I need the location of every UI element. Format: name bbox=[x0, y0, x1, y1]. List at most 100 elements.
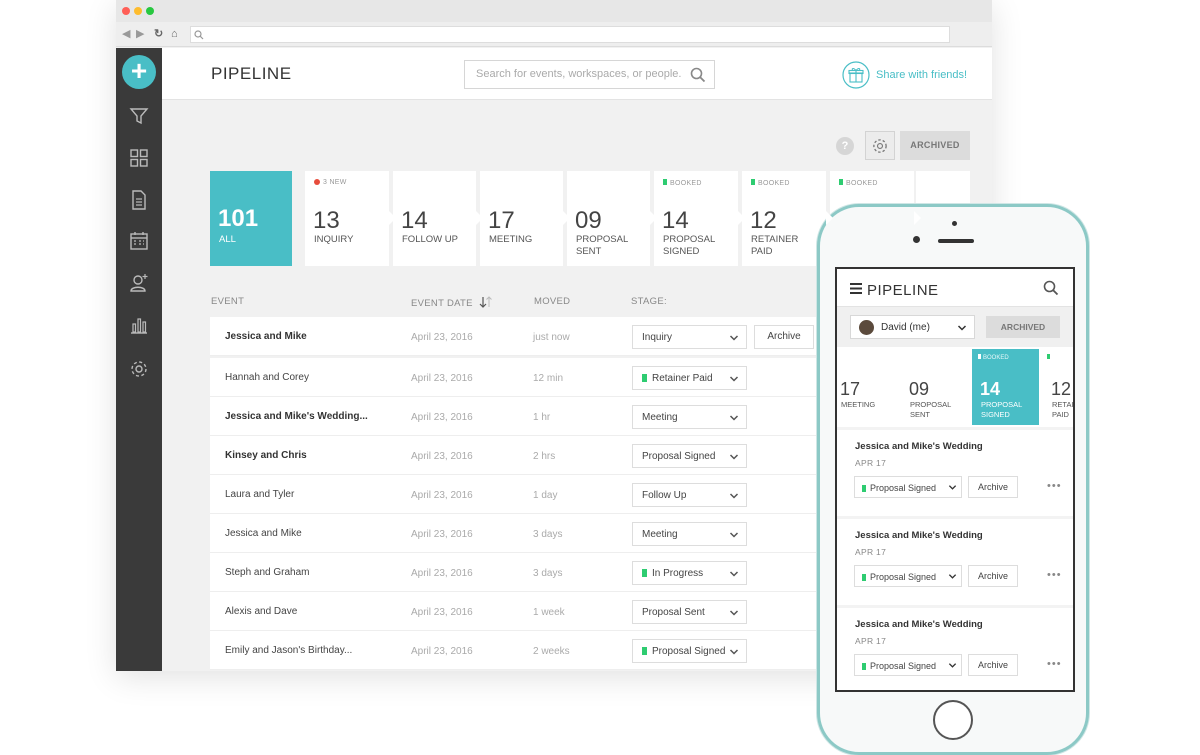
search-icon[interactable] bbox=[690, 67, 706, 83]
add-contact-icon[interactable] bbox=[128, 272, 150, 294]
event-title[interactable]: Jessica and Mike's Wedding bbox=[855, 530, 983, 541]
address-bar[interactable] bbox=[190, 26, 950, 43]
stage-select[interactable]: In Progress bbox=[632, 561, 747, 585]
dashboard-grid-icon[interactable] bbox=[128, 147, 150, 169]
pipeline-settings-button[interactable] bbox=[865, 131, 895, 160]
mobile-event-card[interactable]: Jessica and Mike's Wedding APR 17 Propos… bbox=[837, 519, 1073, 605]
stage-select[interactable]: Proposal Signed bbox=[854, 654, 962, 676]
stage-card-proposal-signed[interactable]: BOOKED 14 PROPOSAL SIGNED bbox=[654, 171, 745, 266]
stage-card-retainer-paid[interactable]: BOOKED 12 RETAINER PAID bbox=[742, 171, 833, 266]
stage-select[interactable]: Proposal Signed bbox=[632, 639, 747, 663]
close-window-button[interactable] bbox=[122, 7, 130, 15]
event-name[interactable]: Laura and Tyler bbox=[225, 489, 294, 500]
share-label: Share with friends! bbox=[876, 69, 968, 81]
table-row[interactable]: Jessica and Mike April 23, 2016 just now… bbox=[210, 317, 830, 356]
mobile-stage-card-retainer-paid[interactable]: 12 RETAINER PAID bbox=[1043, 349, 1073, 425]
stage-card-meeting[interactable]: 17 MEETING bbox=[480, 171, 570, 266]
stage-select[interactable]: Proposal Sent bbox=[632, 600, 747, 624]
column-header-event-date[interactable]: EVENT DATE bbox=[411, 296, 493, 309]
event-name[interactable]: Jessica and Mike's Wedding... bbox=[225, 411, 368, 422]
stage-label: PROPOSAL SIGNED bbox=[663, 234, 715, 257]
stage-select[interactable]: Follow Up bbox=[632, 483, 747, 507]
back-icon[interactable]: ◀ bbox=[122, 27, 130, 41]
event-name[interactable]: Kinsey and Chris bbox=[225, 450, 307, 461]
filter-icon[interactable] bbox=[128, 105, 150, 127]
menu-icon[interactable] bbox=[850, 283, 862, 294]
add-new-button[interactable]: + bbox=[122, 55, 156, 89]
mobile-stage-card-meeting[interactable]: 17 MEETING bbox=[837, 349, 899, 425]
mobile-search-icon[interactable] bbox=[1043, 280, 1059, 296]
calendar-icon[interactable] bbox=[128, 230, 150, 252]
column-header-moved[interactable]: MOVED bbox=[534, 296, 570, 307]
stage-card-follow-up[interactable]: 14 FOLLOW UP bbox=[393, 171, 483, 266]
share-with-friends-link[interactable]: Share with friends! bbox=[842, 61, 967, 89]
moved-time: 1 week bbox=[533, 607, 565, 618]
search-input[interactable] bbox=[474, 67, 684, 81]
stage-select[interactable]: Proposal Signed bbox=[854, 476, 962, 498]
stage-select[interactable]: Inquiry bbox=[632, 325, 747, 349]
stage-select[interactable]: Meeting bbox=[632, 522, 747, 546]
table-row[interactable]: Emily and Jason's Birthday... April 23, … bbox=[210, 631, 830, 670]
stage-card-all[interactable]: 101 ALL bbox=[210, 171, 292, 266]
more-options-icon[interactable]: ••• bbox=[1047, 569, 1062, 581]
archive-button[interactable]: Archive bbox=[754, 325, 814, 349]
maximize-window-button[interactable] bbox=[146, 7, 154, 15]
user-filter-value: David (me) bbox=[881, 322, 930, 333]
event-name[interactable]: Alexis and Dave bbox=[225, 606, 297, 617]
more-options-icon[interactable]: ••• bbox=[1047, 658, 1062, 670]
mobile-stage-card-proposal-sent[interactable]: 09 PROPOSAL SENT bbox=[901, 349, 968, 425]
mobile-event-card[interactable]: Jessica and Mike's Wedding APR 17 Propos… bbox=[837, 608, 1073, 690]
event-name[interactable]: Emily and Jason's Birthday... bbox=[225, 645, 352, 656]
event-name[interactable]: Jessica and Mike bbox=[225, 331, 307, 342]
help-button[interactable]: ? bbox=[836, 137, 854, 155]
sort-icon[interactable] bbox=[479, 296, 493, 308]
stage-count: 09 bbox=[909, 379, 930, 399]
archive-button[interactable]: Archive bbox=[968, 654, 1018, 676]
reports-chart-icon[interactable] bbox=[128, 314, 150, 336]
mobile-event-card[interactable]: Jessica and Mike's Wedding APR 17 Propos… bbox=[837, 430, 1073, 516]
archived-button[interactable]: ARCHIVED bbox=[900, 131, 970, 160]
moved-time: just now bbox=[533, 332, 570, 343]
table-row[interactable]: Jessica and Mike's Wedding... April 23, … bbox=[210, 397, 830, 436]
chevron-down-icon bbox=[729, 335, 739, 341]
chevron-down-icon bbox=[948, 574, 957, 579]
table-row[interactable]: Laura and Tyler April 23, 2016 1 day Fol… bbox=[210, 475, 830, 514]
mobile-screen: PIPELINE David (me) ARCHIVED 17 MEETING … bbox=[835, 267, 1075, 692]
event-title[interactable]: Jessica and Mike's Wedding bbox=[855, 441, 983, 452]
table-row[interactable]: Kinsey and Chris April 23, 2016 2 hrs Pr… bbox=[210, 436, 830, 475]
chevron-down-icon bbox=[729, 532, 739, 538]
event-name[interactable]: Steph and Graham bbox=[225, 567, 310, 578]
forward-icon[interactable]: ▶ bbox=[136, 27, 144, 41]
stage-card-proposal-sent[interactable]: 09 PROPOSAL SENT bbox=[567, 171, 657, 266]
column-header-event[interactable]: EVENT bbox=[211, 296, 244, 307]
table-row[interactable]: Steph and Graham April 23, 2016 3 days I… bbox=[210, 553, 830, 592]
stage-select[interactable]: Meeting bbox=[632, 405, 747, 429]
reload-icon[interactable]: ↻ bbox=[154, 27, 163, 41]
stage-card-inquiry[interactable]: 3 NEW 13 INQUIRY bbox=[305, 171, 396, 266]
archive-button[interactable]: Archive bbox=[968, 565, 1018, 587]
document-icon[interactable] bbox=[128, 189, 150, 211]
phone-home-button[interactable] bbox=[933, 700, 973, 740]
table-row[interactable]: Jessica and Mike April 23, 2016 3 days M… bbox=[210, 514, 830, 553]
event-name[interactable]: Hannah and Corey bbox=[225, 372, 309, 383]
mobile-stage-card-proposal-signed[interactable]: BOOKED 14 PROPOSAL SIGNED bbox=[972, 349, 1039, 425]
search-box[interactable] bbox=[464, 60, 715, 89]
minimize-window-button[interactable] bbox=[134, 7, 142, 15]
table-row[interactable]: Hannah and Corey April 23, 2016 12 min R… bbox=[210, 358, 830, 397]
settings-gear-icon[interactable] bbox=[128, 358, 150, 380]
event-title[interactable]: Jessica and Mike's Wedding bbox=[855, 619, 983, 630]
table-row[interactable]: Alexis and Dave April 23, 2016 1 week Pr… bbox=[210, 592, 830, 631]
mobile-archived-button[interactable]: ARCHIVED bbox=[986, 316, 1060, 338]
stage-select-value: Meeting bbox=[642, 529, 678, 540]
event-name[interactable]: Jessica and Mike bbox=[225, 528, 302, 539]
stage-select[interactable]: Proposal Signed bbox=[632, 444, 747, 468]
booked-badge: BOOKED bbox=[839, 179, 878, 187]
stage-label: PROPOSAL SENT bbox=[910, 400, 951, 419]
archive-button[interactable]: Archive bbox=[968, 476, 1018, 498]
moved-time: 3 days bbox=[533, 568, 563, 579]
stage-select[interactable]: Retainer Paid bbox=[632, 366, 747, 390]
more-options-icon[interactable]: ••• bbox=[1047, 480, 1062, 492]
stage-select[interactable]: Proposal Signed bbox=[854, 565, 962, 587]
home-icon[interactable]: ⌂ bbox=[171, 27, 178, 41]
user-filter-select[interactable]: David (me) bbox=[850, 315, 975, 339]
